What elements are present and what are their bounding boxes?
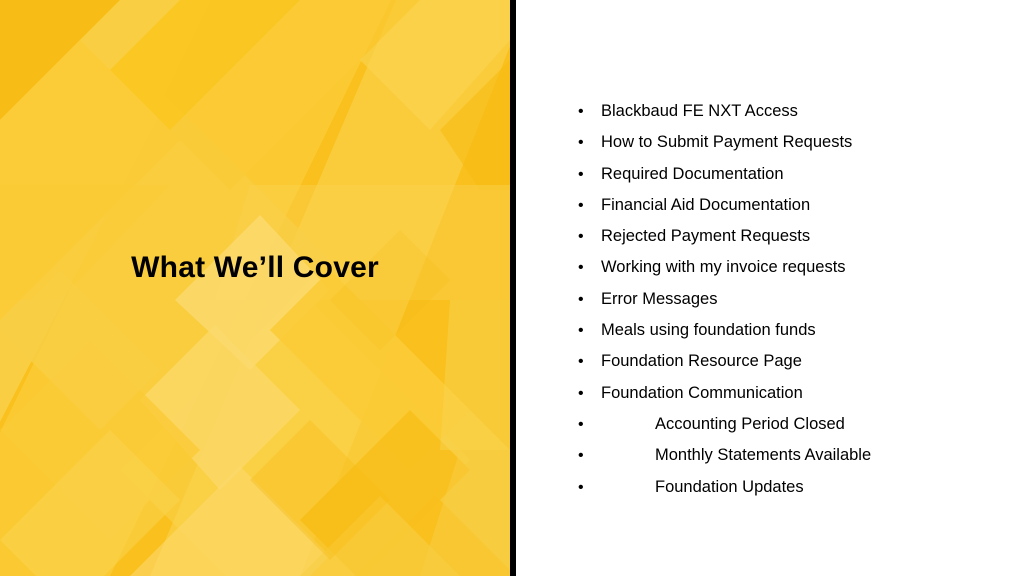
list-item: • Rejected Payment Requests xyxy=(516,221,1024,252)
list-item: • Foundation Communication xyxy=(516,378,1024,409)
bullet-dot-icon: • xyxy=(578,165,584,183)
list-item-label: Accounting Period Closed xyxy=(655,414,845,433)
bullet-dot-icon: • xyxy=(578,259,584,277)
list-item: • Meals using foundation funds xyxy=(516,315,1024,346)
list-item-label: Foundation Updates xyxy=(655,477,804,496)
bullet-dot-icon: • xyxy=(578,134,584,152)
list-item-label: Financial Aid Documentation xyxy=(601,195,811,214)
list-item-label: Monthly Statements Available xyxy=(655,446,872,465)
bullet-dot-icon: • xyxy=(578,384,584,402)
bullet-dot-icon: • xyxy=(578,103,584,120)
list-item-label: Error Messages xyxy=(601,289,718,308)
page-title: What We’ll Cover xyxy=(131,251,379,284)
list-item-label: Foundation Resource Page xyxy=(601,352,802,371)
list-item: • Financial Aid Documentation xyxy=(516,190,1024,221)
list-item-label: How to Submit Payment Requests xyxy=(601,133,853,152)
diagonal-chevron-pattern xyxy=(0,0,510,576)
list-item: • Error Messages xyxy=(516,284,1024,315)
list-item: • Working with my invoice requests xyxy=(516,252,1024,283)
bullet-dot-icon: • xyxy=(578,322,584,340)
list-item-label: Required Documentation xyxy=(601,164,784,183)
list-item-label: Blackbaud FE NXT Access xyxy=(601,102,798,120)
list-item-label: Meals using foundation funds xyxy=(601,321,816,340)
agenda-bullet-list: • Blackbaud FE NXT Access • How to Submit P… xyxy=(516,96,1024,503)
bullet-dot-icon: • xyxy=(578,290,584,308)
list-item-label: Foundation Communication xyxy=(601,383,803,402)
list-item: • Required Documentation xyxy=(516,159,1024,190)
bullet-dot-icon: • xyxy=(578,415,584,433)
list-item: • How to Submit Payment Requests xyxy=(516,127,1024,158)
list-item: • Foundation Updates xyxy=(516,472,1024,503)
list-item: • Accounting Period Closed xyxy=(516,409,1024,440)
bullet-dot-icon: • xyxy=(578,228,584,246)
list-item: • Foundation Resource Page xyxy=(516,346,1024,377)
list-item-label: Working with my invoice requests xyxy=(601,258,846,277)
list-item: • Blackbaud FE NXT Access xyxy=(516,96,1024,127)
bullet-dot-icon: • xyxy=(578,447,584,465)
list-item: • Monthly Statements Available xyxy=(516,440,1024,471)
list-item-label: Rejected Payment Requests xyxy=(601,227,811,246)
content-panel: • Blackbaud FE NXT Access • How to Submit P… xyxy=(516,0,1024,576)
bullet-dot-icon: • xyxy=(578,196,584,214)
bullet-dot-icon: • xyxy=(578,353,584,371)
bullet-dot-icon: • xyxy=(578,478,584,496)
slide: What We’ll Cover • Blackbaud FE NXT Acces… xyxy=(0,0,1024,576)
title-panel: What We’ll Cover xyxy=(0,0,510,576)
